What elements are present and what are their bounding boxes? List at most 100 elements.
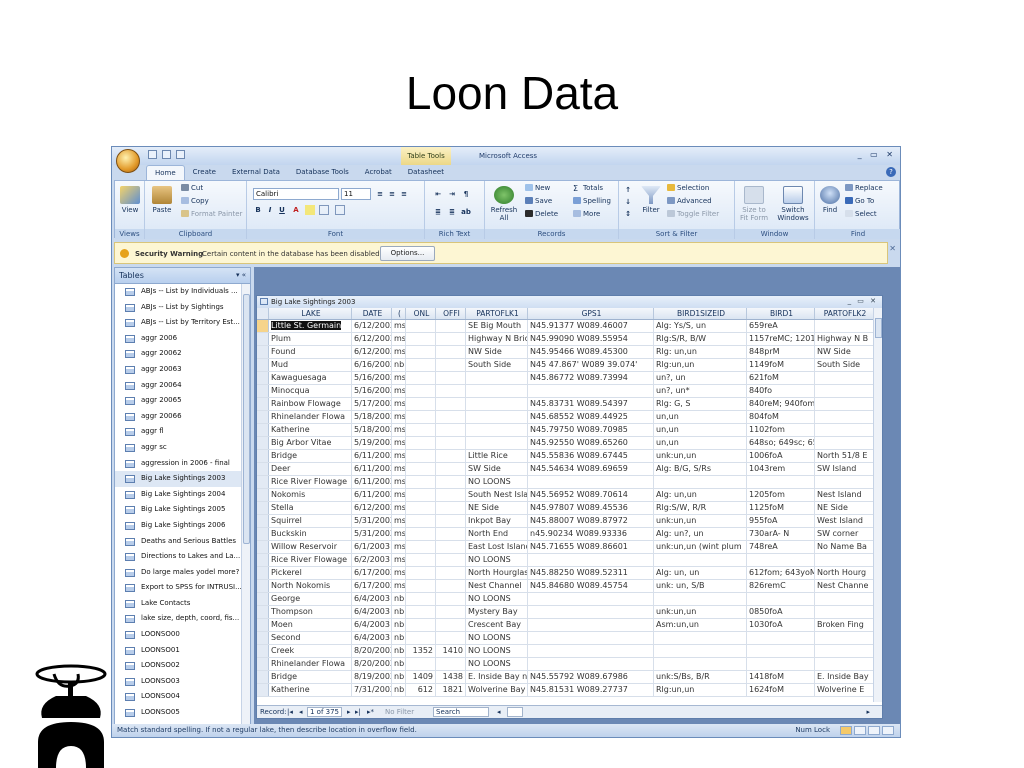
table-cell[interactable]: North Hourglas (466, 567, 528, 579)
row-selector[interactable] (257, 346, 269, 358)
table-cell[interactable] (406, 580, 436, 592)
table-cell[interactable]: un?, un* (654, 385, 747, 397)
table-cell[interactable] (654, 476, 747, 488)
bold-icon[interactable]: B (253, 205, 263, 215)
table-cell[interactable]: 1410 (436, 645, 466, 657)
fill-color-icon[interactable] (305, 205, 315, 215)
replace-button[interactable]: Replace (845, 184, 883, 192)
table-cell[interactable]: 748reA (747, 541, 815, 553)
table-cell[interactable]: NO LOONS (466, 554, 528, 566)
tab-home[interactable]: Home (146, 165, 185, 180)
column-header[interactable]: GPS1 (528, 308, 654, 319)
next-record-icon[interactable]: ▸ (347, 706, 351, 718)
nav-item[interactable]: aggr 20063 (115, 362, 250, 378)
table-cell[interactable] (406, 489, 436, 501)
row-selector[interactable] (257, 372, 269, 384)
table-row[interactable]: Rhinelander Flowa 5/18/2003 ms N45.68552 W0… (257, 411, 874, 424)
first-record-icon[interactable]: |◂ (287, 706, 293, 718)
table-cell[interactable] (528, 554, 654, 566)
row-selector[interactable] (257, 632, 269, 644)
table-cell[interactable]: 6/4/2003 (352, 606, 392, 618)
paste-button[interactable]: Paste (149, 186, 175, 214)
table-cell[interactable]: Rhinelander Flowa (269, 658, 352, 670)
table-cell[interactable]: 8/20/2003 (352, 645, 392, 657)
table-cell[interactable]: South Nest Isla (466, 489, 528, 501)
paragraph-icon[interactable]: ¶ (461, 189, 471, 199)
table-cell[interactable] (528, 645, 654, 657)
table-cell[interactable] (436, 333, 466, 345)
nav-item[interactable]: LOONSO03 (115, 674, 250, 690)
table-cell[interactable] (406, 463, 436, 475)
row-selector[interactable] (257, 411, 269, 423)
table-cell[interactable] (747, 658, 815, 670)
table-cell[interactable]: 6/11/2003 (352, 489, 392, 501)
highlight-icon[interactable]: ab (461, 207, 471, 217)
row-selector[interactable] (257, 333, 269, 345)
table-cell[interactable] (406, 424, 436, 436)
table-cell[interactable]: NE Side (466, 502, 528, 514)
row-selector[interactable] (257, 645, 269, 657)
table-cell[interactable]: 5/19/2003 (352, 437, 392, 449)
table-cell[interactable]: N45.79750 W089.70985 (528, 424, 654, 436)
table-cell[interactable]: ms (392, 450, 406, 462)
table-cell[interactable] (406, 567, 436, 579)
align-center-icon[interactable]: ≡ (387, 189, 397, 199)
table-cell[interactable] (436, 619, 466, 631)
table-cell[interactable]: Rice River Flowage (269, 554, 352, 566)
table-cell[interactable] (815, 398, 874, 410)
table-cell[interactable] (406, 398, 436, 410)
tab-create[interactable]: Create (185, 165, 224, 180)
table-row[interactable]: Found 6/12/2003 ms NW Side N45.95466 W089.45… (257, 346, 874, 359)
gridlines-icon[interactable] (319, 205, 329, 215)
table-cell[interactable] (436, 502, 466, 514)
table-cell[interactable]: Thompson (269, 606, 352, 618)
table-cell[interactable]: Rlg:S/W, R/R (654, 502, 747, 514)
table-cell[interactable]: N45.92550 W089.65260 (528, 437, 654, 449)
cut-button[interactable]: Cut (181, 184, 203, 192)
table-cell[interactable] (528, 385, 654, 397)
table-cell[interactable]: 848prM (747, 346, 815, 358)
row-selector[interactable] (257, 554, 269, 566)
nav-item[interactable]: LOONSO05 (115, 705, 250, 721)
table-cell[interactable] (406, 476, 436, 488)
table-cell[interactable]: un,un (654, 437, 747, 449)
size-to-fit-button[interactable]: Size to Fit Form (737, 186, 771, 222)
table-cell[interactable]: ms (392, 502, 406, 514)
table-cell[interactable]: 5/18/2003 (352, 424, 392, 436)
nav-scroll-thumb[interactable] (243, 294, 250, 544)
pivot-chart-view-icon[interactable] (868, 726, 880, 735)
table-cell[interactable] (436, 359, 466, 371)
table-cell[interactable]: Asm:un,un (654, 619, 747, 631)
table-row[interactable]: Mud 6/16/2003 nb South Side N45 47.867' W089… (257, 359, 874, 372)
table-cell[interactable]: Big Arbor Vitae (269, 437, 352, 449)
table-cell[interactable] (406, 515, 436, 527)
table-cell[interactable]: Kawaguesaga (269, 372, 352, 384)
table-cell[interactable] (436, 658, 466, 670)
table-cell[interactable]: ms (392, 320, 406, 332)
nav-item[interactable]: aggr 20066 (115, 409, 250, 425)
table-cell[interactable]: 7/31/2003 (352, 684, 392, 696)
hscroll-thumb[interactable] (507, 707, 523, 717)
close-icon[interactable]: ✕ (889, 244, 896, 253)
nav-item[interactable]: Deaths and Serious Battles (115, 534, 250, 550)
table-cell[interactable]: North End (466, 528, 528, 540)
spelling-button[interactable]: Spelling (573, 197, 611, 205)
row-selector[interactable] (257, 463, 269, 475)
table-cell[interactable]: 612 (406, 684, 436, 696)
table-cell[interactable]: NO LOONS (466, 645, 528, 657)
nav-item[interactable]: Export to SPSS for INTRUSI... (115, 580, 250, 596)
nav-item[interactable]: Do large males yodel more? (115, 565, 250, 581)
table-cell[interactable]: ms (392, 580, 406, 592)
table-cell[interactable]: ms (392, 515, 406, 527)
table-row[interactable]: George 6/4/2003 nb NO LOONS (257, 593, 874, 606)
table-cell[interactable]: NO LOONS (466, 593, 528, 605)
nav-item[interactable]: aggr 20062 (115, 346, 250, 362)
table-cell[interactable] (528, 606, 654, 618)
nav-item[interactable]: LOONSO01 (115, 643, 250, 659)
table-cell[interactable]: Nest Channe (815, 580, 874, 592)
table-cell[interactable]: 1043rem (747, 463, 815, 475)
table-cell[interactable]: N45.86772 W089.73994 (528, 372, 654, 384)
nav-item[interactable]: LOONSO00 (115, 627, 250, 643)
totals-button[interactable]: Σ Totals (573, 184, 603, 193)
table-cell[interactable]: 6/12/2003 (352, 502, 392, 514)
